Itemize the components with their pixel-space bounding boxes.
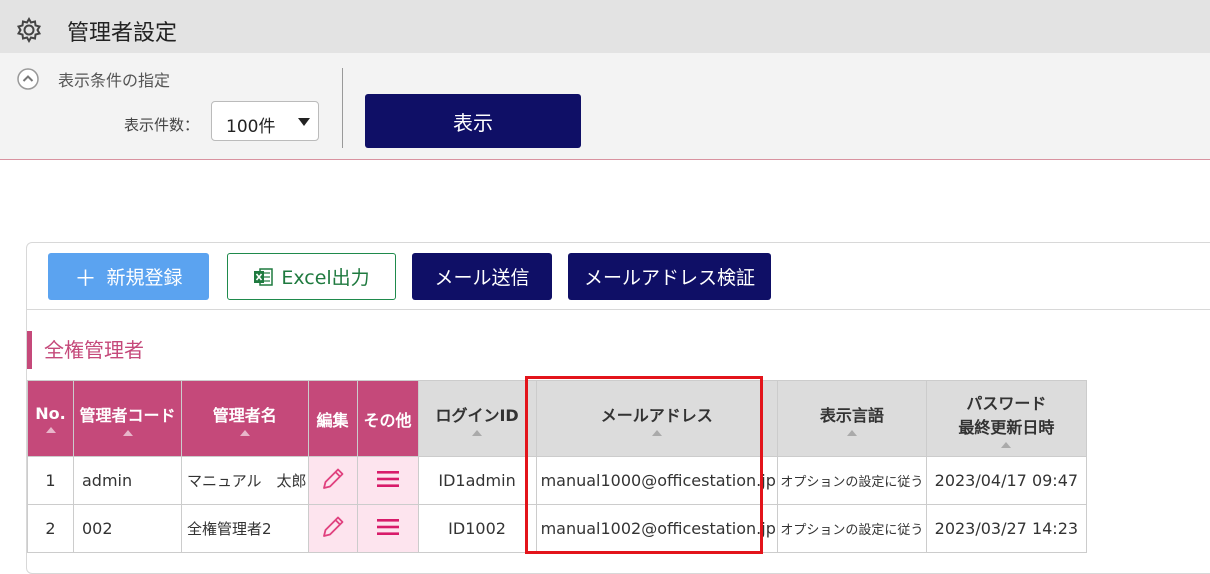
mail-verify-button[interactable]: メールアドレス検証	[568, 253, 771, 300]
cell-code: admin	[73, 456, 182, 505]
toolbar: ＋ 新規登録 Excel出力 メール送信 メールアドレス検証	[27, 243, 1210, 310]
section-title: 全権管理者	[27, 331, 144, 369]
count-select[interactable]: 100件	[211, 101, 319, 141]
col-header-other: その他	[356, 380, 419, 457]
sort-icon	[122, 429, 133, 436]
count-select-value: 100件	[226, 117, 276, 137]
cell-updated: 2023/03/27 14:23	[925, 504, 1087, 553]
col-header-password-updated[interactable]: パスワード 最終更新日時	[925, 380, 1087, 457]
cell-no: 1	[27, 456, 74, 505]
display-conditions: 表示条件の指定 表示件数： 100件 表示	[0, 53, 1210, 160]
excel-export-label: Excel出力	[281, 267, 370, 289]
cell-login: ID1admin	[417, 456, 537, 505]
caret-down-icon	[298, 118, 310, 126]
cell-login: ID1002	[417, 504, 537, 553]
email-column-highlight	[525, 376, 763, 554]
cell-name: 全権管理者2	[181, 504, 309, 553]
col-header-no[interactable]: No.	[27, 380, 74, 457]
menu-icon[interactable]	[376, 469, 400, 489]
sort-icon	[239, 429, 250, 436]
show-button[interactable]: 表示	[365, 94, 581, 148]
cell-code: 002	[73, 504, 182, 553]
new-register-button[interactable]: ＋ 新規登録	[48, 253, 209, 300]
menu-icon[interactable]	[376, 517, 400, 537]
gear-icon	[16, 16, 42, 44]
edit-cell	[307, 456, 358, 505]
cell-lang: オプションの設定に従う	[776, 456, 927, 505]
sort-icon	[45, 427, 56, 433]
cell-no: 2	[27, 504, 74, 553]
sort-icon	[846, 429, 857, 436]
excel-export-button[interactable]: Excel出力	[227, 253, 396, 300]
pencil-icon[interactable]	[320, 466, 346, 492]
mail-send-button[interactable]: メール送信	[412, 253, 552, 300]
count-label: 表示件数：	[124, 116, 200, 134]
col-header-login[interactable]: ログインID	[417, 380, 537, 457]
cell-updated: 2023/04/17 09:47	[925, 456, 1087, 505]
other-cell	[356, 504, 419, 553]
chevron-up-icon[interactable]	[17, 68, 39, 90]
sort-icon	[472, 429, 483, 436]
cell-lang: オプションの設定に従う	[776, 504, 927, 553]
excel-icon	[254, 267, 274, 286]
page-title: 管理者設定	[67, 21, 178, 46]
sort-icon	[1001, 441, 1012, 448]
col-header-edit: 編集	[307, 380, 358, 457]
divider	[342, 68, 343, 148]
page-header: 管理者設定	[0, 0, 1210, 53]
new-register-label: 新規登録	[106, 267, 183, 289]
edit-cell	[307, 504, 358, 553]
conditions-title: 表示条件の指定	[58, 71, 171, 90]
plus-icon: ＋	[74, 266, 97, 292]
col-header-code[interactable]: 管理者コード	[73, 380, 182, 457]
col-header-lang[interactable]: 表示言語	[776, 380, 927, 457]
pencil-icon[interactable]	[320, 514, 346, 540]
other-cell	[356, 456, 419, 505]
cell-name: マニュアル 太郎	[181, 456, 309, 505]
col-header-name[interactable]: 管理者名	[181, 380, 309, 457]
